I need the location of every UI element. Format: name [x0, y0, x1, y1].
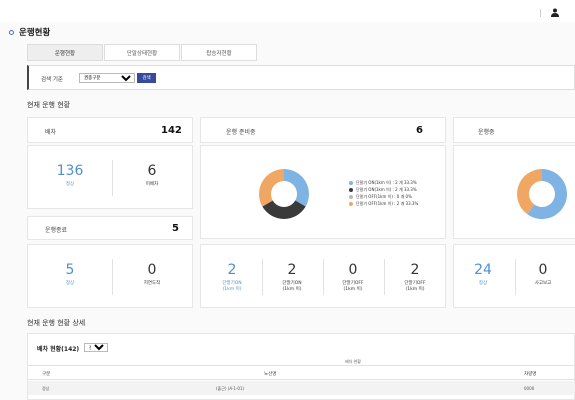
- legend-text: 단말기 OFF(1km 이) : 2 개 33.3%: [356, 200, 419, 206]
- dispatch-stats-card: 136 정상 6 미배차: [27, 145, 193, 209]
- legend-item: 단말기 ON(1km 이) : 2 개 33.3%: [349, 186, 418, 193]
- preparing-legend: 단말기 ON(1km 이) : 2 개 33.3% 단말기 ON(1km 이) …: [349, 179, 418, 207]
- finished-normal-stat[interactable]: 5 정상: [50, 262, 90, 286]
- top-bar: [0, 0, 575, 22]
- cell-vehicle: 0000: [524, 386, 535, 391]
- table-divider: [28, 365, 575, 366]
- tab-operation-status[interactable]: 운행현황: [27, 44, 103, 61]
- donut-slice: [259, 169, 284, 207]
- table-divider: [28, 379, 575, 380]
- dispatch-undispatched-label: 미배차: [145, 182, 159, 187]
- search-panel: 검색 기준 권종구분 검색: [27, 65, 575, 90]
- dispatch-card: 배차 142: [27, 117, 193, 143]
- legend-item: 단말기 ON(1km 이) : 2 개 33.3%: [349, 179, 418, 186]
- cell-type: 정상: [42, 386, 50, 391]
- page-title-text: 운행현황: [19, 28, 51, 38]
- finished-delayed-stat[interactable]: 0 지연도착: [132, 262, 172, 286]
- preparing-stat-sub: (1km 이): [343, 287, 363, 292]
- preparing-donut-chart: [259, 169, 309, 219]
- stat-divider: [323, 259, 324, 295]
- dispatch-label: 배차: [45, 129, 57, 136]
- donut-slice: [284, 169, 309, 207]
- stat-divider: [384, 259, 385, 295]
- tab-bar: 운행현황 단말상태현황 탑승자현황: [27, 44, 258, 61]
- in-operation-normal-label: 정상: [478, 281, 488, 286]
- preparing-stat-value: 2: [287, 262, 297, 278]
- legend-item: 단말기 OFF(1km 이) : 2 개 33.3%: [349, 200, 418, 207]
- current-status-heading: 현재 운행 현황: [27, 101, 71, 109]
- column-header-type: 구분: [42, 372, 51, 377]
- legend-dot: [349, 194, 353, 199]
- donut-slice: [262, 200, 306, 219]
- in-operation-label: 운행중: [478, 129, 495, 136]
- preparing-stat-sub: (1km 이): [405, 287, 425, 292]
- stat-divider: [262, 259, 263, 295]
- dispatch-detail-heading: 배차 현황(142): [37, 346, 80, 353]
- in-operation-accident-stat[interactable]: 0 사고보고: [526, 262, 560, 286]
- legend-dot: [349, 180, 353, 185]
- legend-dot: [349, 187, 353, 192]
- legend-text: 단말기 ON(1km 이) : 2 개 33.3%: [356, 186, 417, 192]
- dispatch-normal-label: 정상: [65, 182, 75, 187]
- preparing-label: 운행 준비중: [226, 129, 256, 136]
- tab-passenger-status[interactable]: 탑승자현황: [181, 44, 257, 61]
- finished-delayed-label: 지연도착: [143, 281, 161, 286]
- finished-card: 운행종료 5: [27, 216, 193, 240]
- detail-section-heading: 현재 운행 현황 상세: [27, 319, 86, 327]
- dispatch-normal-stat[interactable]: 136 정상: [50, 163, 90, 187]
- legend-dot: [349, 201, 353, 206]
- legend-text: 단말기 OFF(1km 이) : 0 개 0%: [356, 193, 412, 199]
- preparing-total: 6: [416, 125, 423, 136]
- column-header-vehicle: 차량명: [524, 372, 537, 377]
- in-operation-chart-card: [453, 145, 575, 239]
- finished-normal-value: 5: [65, 262, 75, 278]
- top-bar-divider: [540, 9, 541, 17]
- search-criteria-select[interactable]: 권종구분: [79, 73, 135, 83]
- dispatch-detail-panel: 배차 현황(142) 전체 배차 현황 구분 노선명 차량명 정상 (출근) (…: [27, 333, 575, 400]
- preparing-stat-value: 0: [348, 262, 358, 278]
- title-bullet-icon: [9, 29, 14, 35]
- table-row[interactable]: 정상 (출근) (A-1-01) 0000: [28, 381, 575, 395]
- stat-divider: [515, 259, 516, 295]
- preparing-stat-value: 2: [227, 262, 237, 278]
- preparing-stat-on-2[interactable]: 2 단말기ON (1km 이): [271, 262, 313, 292]
- finished-normal-label: 정상: [65, 281, 75, 286]
- preparing-stat-value: 2: [410, 262, 420, 278]
- dispatch-undispatched-stat[interactable]: 6 미배차: [132, 163, 172, 187]
- preparing-chart-card: 단말기 ON(1km 이) : 2 개 33.3% 단말기 ON(1km 이) …: [200, 145, 446, 239]
- preparing-stat-on-1[interactable]: 2 단말기ON (1km 이): [211, 262, 253, 292]
- preparing-stat-off-1[interactable]: 0 단말기OFF (1km 이): [332, 262, 374, 292]
- stat-divider: [112, 259, 113, 295]
- legend-item: 단말기 OFF(1km 이) : 0 개 0%: [349, 193, 418, 200]
- preparing-card: 운행 준비중 6: [200, 117, 446, 143]
- page-title: 운행현황: [9, 26, 50, 38]
- stat-divider: [112, 160, 113, 196]
- preparing-stats-card: 2 단말기ON (1km 이) 2 단말기ON (1km 이) 0 단말기OFF…: [200, 244, 446, 308]
- search-button[interactable]: 검색: [137, 73, 156, 83]
- finished-delayed-value: 0: [147, 262, 157, 278]
- preparing-stat-off-2[interactable]: 2 단말기OFF (1km 이): [394, 262, 436, 292]
- user-icon[interactable]: [551, 8, 559, 17]
- in-operation-donut-chart: [517, 169, 567, 219]
- finished-label: 운행종료: [45, 227, 68, 234]
- preparing-stat-sub: (1km 이): [222, 287, 242, 292]
- search-criteria-label: 검색 기준: [41, 77, 63, 83]
- finished-stats-card: 5 정상 0 지연도착: [27, 244, 193, 308]
- finished-total: 5: [172, 223, 179, 234]
- dispatch-normal-value: 136: [56, 163, 84, 179]
- in-operation-accident-label: 사고보고: [534, 281, 552, 286]
- preparing-stat-sub: (1km 이): [282, 287, 302, 292]
- cell-route: (출근) (A-1-01): [216, 386, 245, 391]
- dispatch-total: 142: [161, 125, 182, 136]
- column-header-route: 노선명: [264, 372, 277, 377]
- in-operation-normal-stat[interactable]: 24 정상: [466, 262, 500, 286]
- dispatch-undispatched-value: 6: [147, 163, 157, 179]
- dispatch-filter-select[interactable]: 전체: [84, 343, 108, 352]
- in-operation-accident-value: 0: [538, 262, 548, 278]
- legend-text: 단말기 ON(1km 이) : 2 개 33.3%: [356, 179, 417, 185]
- in-operation-stats-card: 24 정상 0 사고보고: [453, 244, 575, 308]
- tab-terminal-status[interactable]: 단말상태현황: [104, 44, 180, 61]
- in-operation-card: 운행중: [453, 117, 575, 143]
- in-operation-normal-value: 24: [474, 262, 492, 278]
